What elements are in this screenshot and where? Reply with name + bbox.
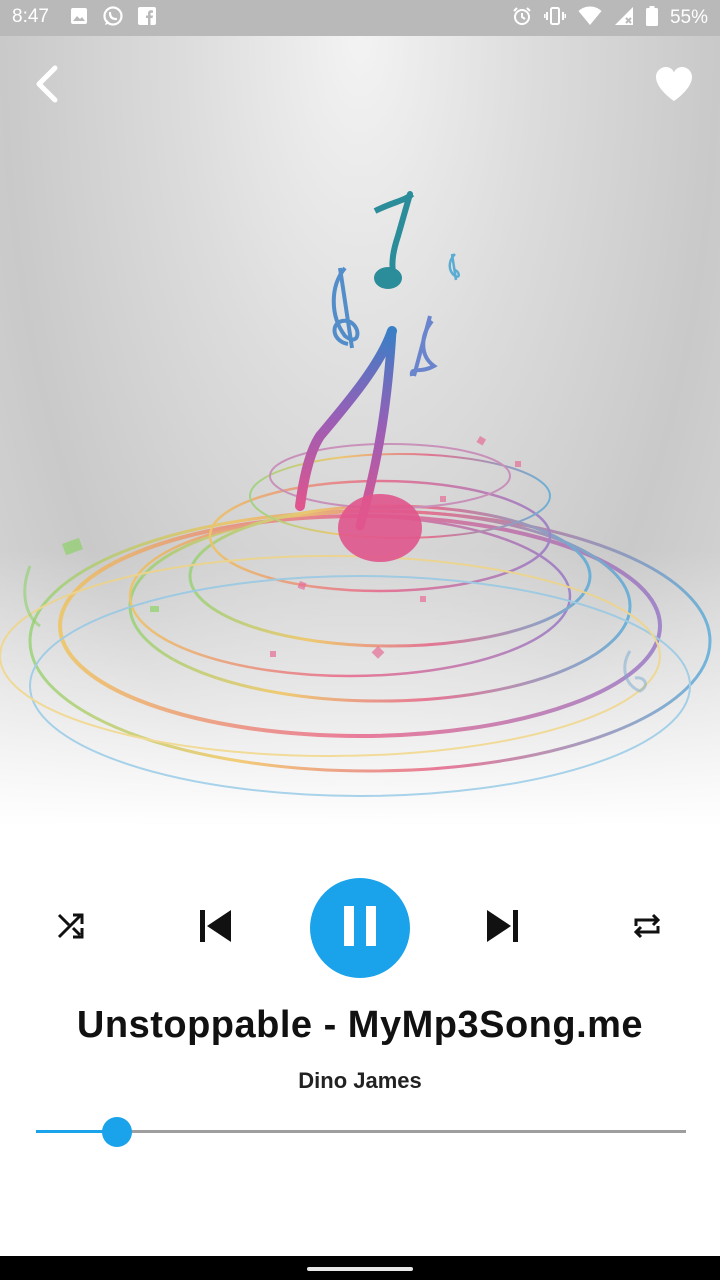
favorite-button[interactable] [650, 62, 698, 110]
pause-button[interactable] [310, 878, 410, 978]
music-swirl-artwork [0, 191, 712, 797]
pause-icon [343, 905, 377, 951]
navigation-bar [0, 1256, 720, 1280]
chevron-left-icon [31, 64, 61, 109]
seek-bar[interactable] [36, 1116, 686, 1147]
heart-icon [654, 66, 694, 107]
image-icon [70, 7, 88, 30]
album-art [0, 36, 720, 826]
alarm-icon [512, 6, 532, 31]
seek-thumb[interactable] [102, 1117, 133, 1147]
skip-previous-button[interactable] [190, 903, 240, 953]
skip-previous-icon [197, 908, 233, 949]
shuffle-icon [56, 911, 86, 946]
wifi-icon [578, 6, 602, 31]
playback-controls [0, 878, 720, 978]
skip-next-button[interactable] [478, 903, 528, 953]
battery-icon [645, 5, 658, 31]
signal-icon [614, 6, 634, 31]
status-time: 8:47 [12, 6, 49, 27]
battery-percent: 55% [669, 7, 708, 28]
seek-track [36, 1130, 686, 1133]
song-title: Unstoppable - MyMp3Song.me [76, 1004, 644, 1046]
back-button[interactable] [22, 62, 70, 110]
shuffle-button[interactable] [46, 903, 96, 953]
whatsapp-icon [102, 5, 124, 32]
vibrate-icon [543, 6, 567, 31]
facebook-icon [138, 6, 156, 30]
repeat-icon [631, 910, 663, 947]
artist-name: Dino James [298, 1068, 422, 1093]
home-indicator[interactable] [307, 1267, 413, 1271]
status-bar: 8:47 55% [0, 0, 720, 36]
repeat-button[interactable] [622, 903, 672, 953]
skip-next-icon [485, 908, 521, 949]
